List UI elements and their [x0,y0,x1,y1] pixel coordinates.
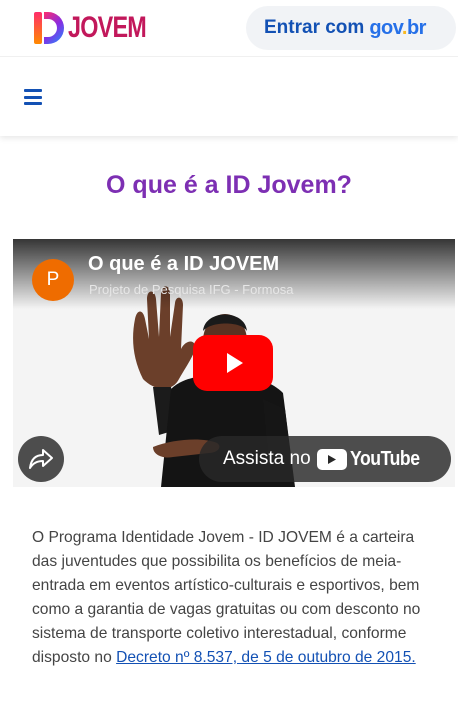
page-title: O que é a ID Jovem? [106,171,352,199]
share-arrow-icon [29,449,53,469]
youtube-logo: YouTube [316,447,429,471]
govbr-login-button[interactable]: Entrar com gov.br [246,6,456,50]
header-divider [0,56,458,57]
program-description: O Programa Identidade Jovem - ID JOVEM é… [32,526,432,670]
youtube-play-button[interactable] [193,335,273,391]
video-channel-name[interactable]: Projeto de Pesquisa IFG - Formosa [89,282,293,297]
login-label: Entrar com [264,17,365,38]
channel-avatar[interactable]: P [32,259,74,301]
site-header: JOVEM Entrar com gov.br [0,0,458,136]
hamburger-menu-icon[interactable] [24,88,42,106]
share-button[interactable] [18,436,64,482]
watch-label: Assista no [223,448,311,469]
logo-word: JOVEM [68,11,147,44]
video-embed[interactable]: P O que é a ID JOVEM Projeto de Pesquisa… [13,239,455,487]
decree-link[interactable]: Decreto nº 8.537, de 5 de outubro de 201… [116,649,416,666]
video-title[interactable]: O que é a ID JOVEM [88,253,279,276]
youtube-icon [316,448,347,470]
id-jovem-logo[interactable]: JOVEM [32,8,168,48]
id-logo-mark [32,9,66,47]
govbr-logo: gov.br [369,16,426,39]
description-text: O Programa Identidade Jovem - ID JOVEM é… [32,529,421,666]
watch-on-youtube-button[interactable]: Assista no YouTube [199,436,451,482]
youtube-wordmark: YouTube [349,447,420,470]
play-icon [227,353,243,373]
